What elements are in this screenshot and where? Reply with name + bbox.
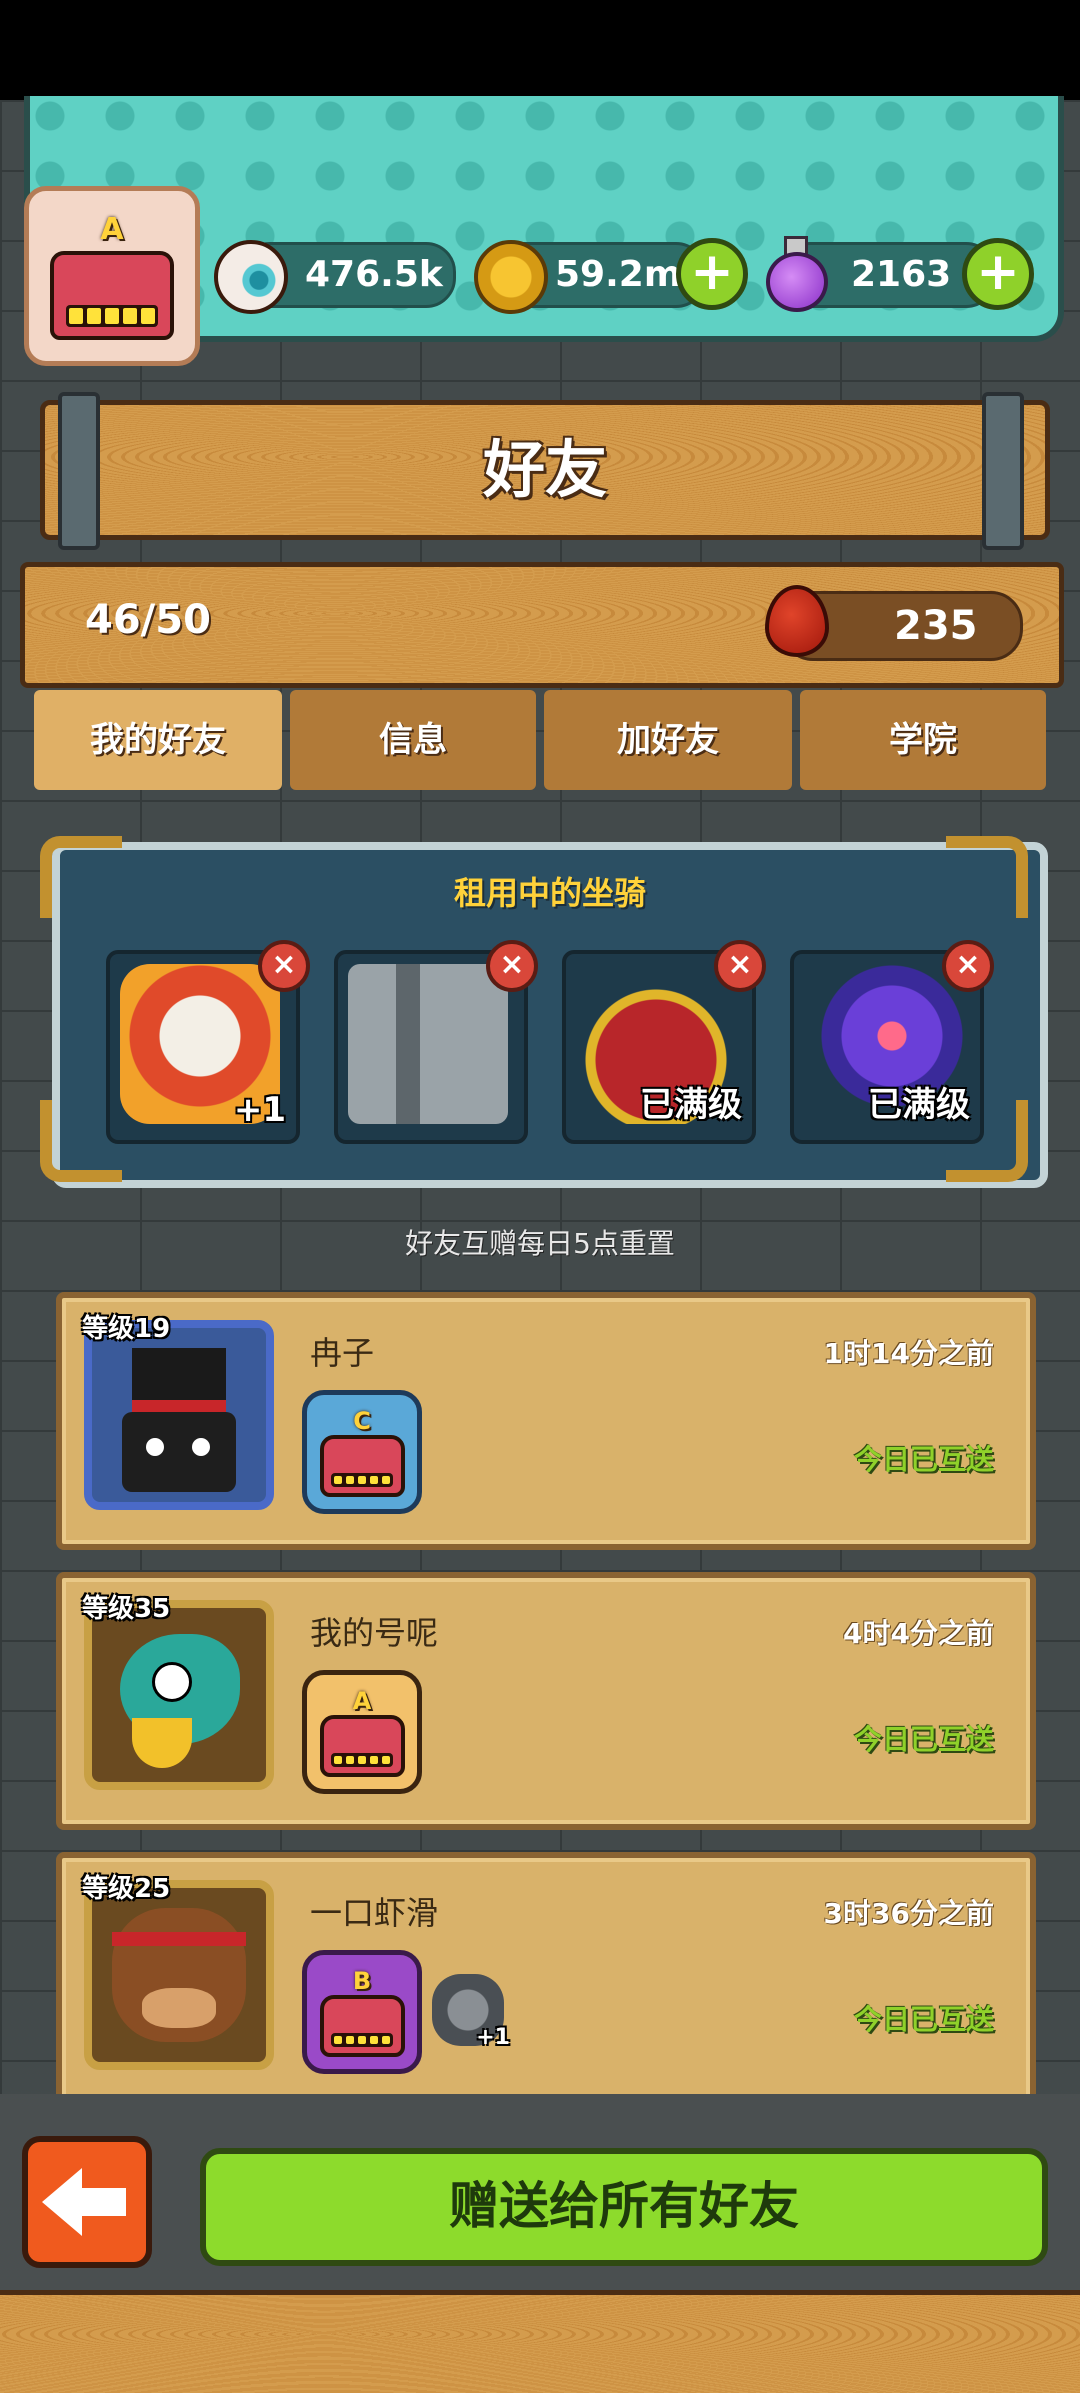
tab-add-friend-label: 加好友	[617, 720, 719, 760]
gift-status: 今日已互送	[853, 1723, 994, 1756]
friend-level: 等级35	[82, 1594, 171, 1624]
send-to-all-label: 赠送给所有好友	[449, 2177, 799, 2235]
mount-2-close-icon[interactable]: ×	[486, 940, 538, 992]
coin-value: 59.2m	[555, 254, 682, 295]
mount-3-close-icon[interactable]: ×	[714, 940, 766, 992]
friend-grade-letter: B	[352, 1966, 372, 1995]
friend-level: 等级25	[82, 1874, 171, 1904]
player-grade-badge[interactable]: A	[24, 186, 200, 366]
blood-value: 235	[894, 603, 978, 649]
corner-bottom-left	[40, 1100, 122, 1182]
friend-grade-badge: B	[302, 1950, 422, 2074]
friend-last-seen: 1时14分之前	[823, 1337, 994, 1370]
friend-grade-letter: A	[352, 1686, 372, 1715]
corner-bottom-right	[946, 1100, 1028, 1182]
rented-mounts-panel: 租用中的坐骑 +1 × × 已满级 × 已满级 ×	[52, 842, 1048, 1188]
gift-status: 今日已互送	[853, 2003, 994, 2036]
friend-avatar[interactable]	[84, 1320, 274, 1510]
tab-messages[interactable]: 信息	[290, 690, 536, 790]
cake-icon	[319, 1994, 405, 2058]
page-title: 好友	[482, 433, 607, 506]
eyeball-icon	[214, 240, 288, 314]
eyeball-value: 476.5k	[305, 254, 443, 295]
friend-avatar[interactable]	[84, 1600, 274, 1790]
friend-name: 冉子	[310, 1334, 375, 1372]
friend-grade-letter: C	[353, 1406, 371, 1435]
tab-my-friends[interactable]: 我的好友	[34, 690, 282, 790]
send-to-all-friends-button[interactable]: 赠送给所有好友	[200, 2148, 1048, 2266]
back-button[interactable]	[22, 2136, 152, 2268]
gift-status: 今日已互送	[853, 1443, 994, 1476]
potion-value: 2163	[851, 254, 952, 295]
coin-icon	[474, 240, 548, 314]
metal-machine-icon	[348, 964, 508, 1124]
right-bracket	[982, 392, 1024, 550]
tab-my-friends-label: 我的好友	[90, 720, 226, 760]
tab-add-friend[interactable]: 加好友	[544, 690, 792, 790]
mount-4-close-icon[interactable]: ×	[942, 940, 994, 992]
cake-icon	[319, 1714, 405, 1778]
mount-slot-1-label: +1	[233, 1090, 286, 1130]
mount-thumbnail-icon: +1	[432, 1974, 510, 2050]
friend-avatar[interactable]	[84, 1880, 274, 2070]
tab-academy-label: 学院	[889, 720, 957, 760]
tab-academy[interactable]: 学院	[800, 690, 1046, 790]
corner-top-right	[946, 836, 1028, 918]
add-coin-button[interactable]: +	[676, 238, 748, 310]
friend-card[interactable]: 等级35 我的号呢 4时4分之前 A 今日已互送	[56, 1572, 1036, 1830]
mount-slot-3-label: 已满级	[640, 1085, 742, 1125]
friends-count: 46/50	[85, 597, 211, 643]
left-bracket	[58, 392, 100, 550]
potion-icon	[762, 236, 828, 312]
friend-mount-extra: +1	[476, 2025, 510, 2050]
friend-grade-badge: A	[302, 1670, 422, 1794]
friend-card[interactable]: 等级25 一口虾滑 3时36分之前 B +1 今日已互送	[56, 1852, 1036, 2110]
corner-top-left	[40, 836, 122, 918]
bottom-wood-strip	[0, 2290, 1080, 2393]
friend-grade-badge: C	[302, 1390, 422, 1514]
cake-icon	[49, 250, 175, 341]
friend-name: 我的号呢	[310, 1614, 439, 1652]
friend-name: 一口虾滑	[310, 1894, 439, 1932]
tab-messages-label: 信息	[379, 720, 447, 760]
friend-level: 等级19	[82, 1314, 171, 1344]
title-plank: 好友	[40, 400, 1050, 540]
back-arrow-icon	[42, 2168, 82, 2236]
mount-1-close-icon[interactable]: ×	[258, 940, 310, 992]
cake-icon	[319, 1434, 405, 1498]
player-grade-letter: A	[100, 211, 124, 247]
add-potion-button[interactable]: +	[962, 238, 1034, 310]
mounts-title: 租用中的坐骑	[453, 874, 646, 912]
friend-last-seen: 4时4分之前	[843, 1617, 994, 1650]
friend-last-seen: 3时36分之前	[823, 1897, 994, 1930]
reset-note: 好友互赠每日5点重置	[405, 1227, 675, 1260]
status-bar	[0, 0, 1080, 100]
friends-count-plank: 46/50 235	[20, 562, 1064, 688]
friend-card[interactable]: 等级19 冉子 1时14分之前 C 今日已互送	[56, 1292, 1036, 1550]
